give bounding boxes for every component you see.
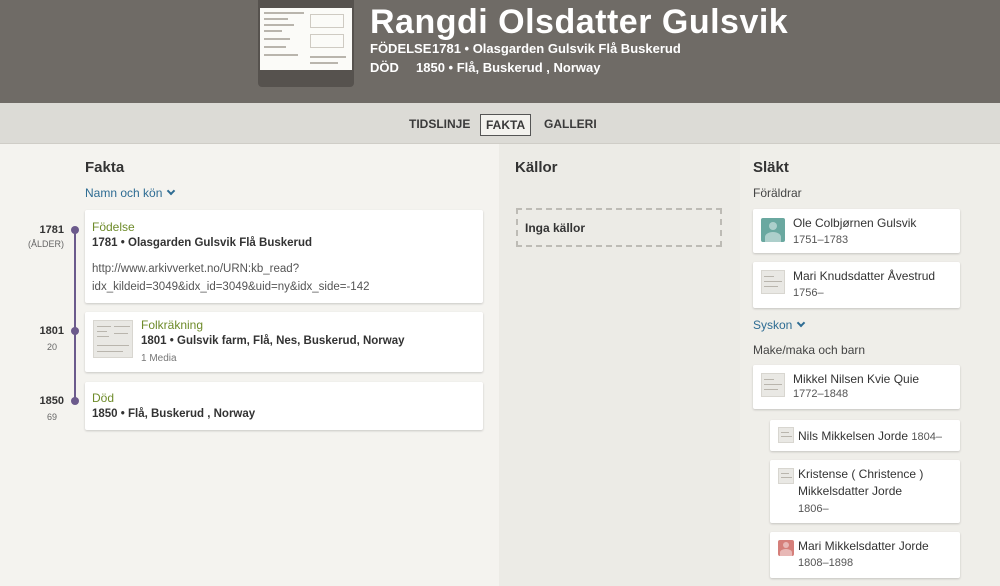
- death-summary: DÖD 1850 • Flå, Buskerud , Norway: [370, 60, 600, 75]
- event-note-line: idx_kildeid=3049&idx_id=3049&uid=ny&idx_…: [92, 281, 370, 293]
- tab-gallery[interactable]: GALLERI: [539, 114, 602, 136]
- relative-dates: 1806–: [798, 503, 829, 515]
- no-sources-label: Inga källor: [525, 221, 586, 235]
- timeline-age: 69: [46, 412, 57, 422]
- relative-dates: 1808–1898: [798, 557, 854, 569]
- parents-label: Föräldrar: [753, 186, 802, 200]
- timeline-age: (ÅLDER): [27, 239, 64, 249]
- birth-summary: FÖDELSE1781 • Olasgarden Gulsvik Flå Bus…: [370, 41, 681, 56]
- relative-card-child[interactable]: Kristense ( Christence ) Mikkelsdatter J…: [770, 460, 960, 523]
- profile-photo[interactable]: [258, 0, 354, 87]
- timeline-age: 20: [46, 342, 57, 352]
- document-thumbnail-image: [260, 8, 352, 70]
- chevron-down-icon: [797, 318, 806, 328]
- relative-name: Mikkelsdatter Jorde: [798, 484, 903, 498]
- timeline-line: [74, 230, 76, 402]
- relative-dates: 1772–1848: [793, 388, 849, 400]
- timeline-year: 1801: [39, 325, 64, 337]
- person-name: Rangdi Olsdatter Gulsvik: [370, 3, 789, 41]
- relative-dates: 1751–1783: [793, 234, 849, 246]
- document-thumbnail: [761, 373, 785, 397]
- event-card-census[interactable]: Folkräkning 1801 • Gulsvik farm, Flå, Ne…: [85, 312, 483, 372]
- female-silhouette-icon: [778, 540, 794, 556]
- relative-name: Mikkel Nilsen Kvie Quie: [793, 372, 920, 386]
- profile-header: Rangdi Olsdatter Gulsvik FÖDELSE1781 • O…: [0, 0, 1000, 103]
- chevron-down-icon: [167, 186, 176, 196]
- profile-tabs: TIDSLINJE FAKTA GALLERI: [0, 103, 1000, 144]
- relative-card-child[interactable]: Nils Mikkelsen Jorde 1804–: [770, 420, 960, 451]
- event-value: 1850 • Flå, Buskerud , Norway: [92, 408, 256, 420]
- relative-card-parent[interactable]: Mari Knudsdatter Åvestrud 1756–: [753, 262, 960, 308]
- event-type: Födelse: [92, 220, 135, 234]
- event-card-death[interactable]: Död 1850 • Flå, Buskerud , Norway: [85, 382, 483, 430]
- birth-value: 1781 • Olasgarden Gulsvik Flå Buskerud: [432, 41, 681, 56]
- event-card-birth[interactable]: Födelse 1781 • Olasgarden Gulsvik Flå Bu…: [85, 210, 483, 303]
- timeline-dot: [71, 327, 79, 335]
- timeline-dot: [71, 397, 79, 405]
- relatives-title: Släkt: [753, 159, 789, 176]
- facts-title: Fakta: [85, 159, 125, 176]
- event-note-line: http://www.arkivverket.no/URN:kb_read?: [92, 263, 300, 275]
- document-thumbnail: [761, 270, 785, 294]
- relative-name: Ole Colbjørnen Gulsvik: [793, 216, 917, 230]
- no-sources-box[interactable]: Inga källor: [516, 208, 722, 247]
- siblings-label: Syskon: [753, 318, 793, 332]
- relative-name: Mari Mikkelsdatter Jorde: [798, 539, 929, 553]
- relative-name: Kristense ( Christence ): [798, 467, 924, 481]
- relative-card-spouse[interactable]: Mikkel Nilsen Kvie Quie 1772–1848: [753, 365, 960, 409]
- tab-facts[interactable]: FAKTA: [480, 114, 532, 136]
- name-gender-filter[interactable]: Namn och kön: [85, 186, 176, 200]
- birth-label: FÖDELSE: [370, 41, 432, 56]
- relative-card-child[interactable]: Mari Mikkelsdatter Jorde 1808–1898: [770, 532, 960, 578]
- male-silhouette-icon: [761, 218, 785, 242]
- death-value: 1850 • Flå, Buskerud , Norway: [416, 60, 601, 75]
- timeline-dot: [71, 226, 79, 234]
- event-value: 1801 • Gulsvik farm, Flå, Nes, Buskerud,…: [141, 335, 405, 347]
- name-gender-label: Namn och kön: [85, 186, 163, 200]
- event-type: Folkräkning: [141, 318, 204, 332]
- relative-dates: 1756–: [793, 287, 824, 299]
- tab-timeline[interactable]: TIDSLINJE: [404, 114, 475, 136]
- sources-title: Källor: [515, 159, 558, 176]
- event-type: Död: [92, 391, 115, 405]
- document-thumbnail: [778, 427, 794, 443]
- relative-name-text: Nils Mikkelsen Jorde: [798, 429, 909, 443]
- death-label: DÖD: [370, 60, 399, 75]
- relative-name: Mari Knudsdatter Åvestrud: [793, 269, 936, 283]
- document-thumbnail: [778, 468, 794, 484]
- media-count: 1 Media: [141, 353, 177, 364]
- siblings-toggle[interactable]: Syskon: [753, 318, 806, 332]
- media-thumbnail[interactable]: [93, 320, 133, 358]
- relative-card-parent[interactable]: Ole Colbjørnen Gulsvik 1751–1783: [753, 209, 960, 253]
- relative-dates: 1804–: [911, 431, 942, 443]
- timeline-year: 1781: [39, 224, 64, 236]
- event-value: 1781 • Olasgarden Gulsvik Flå Buskerud: [92, 237, 313, 249]
- timeline-year: 1850: [39, 395, 64, 407]
- spouse-children-label: Make/maka och barn: [753, 343, 866, 357]
- relative-name: Nils Mikkelsen Jorde 1804–: [798, 429, 942, 443]
